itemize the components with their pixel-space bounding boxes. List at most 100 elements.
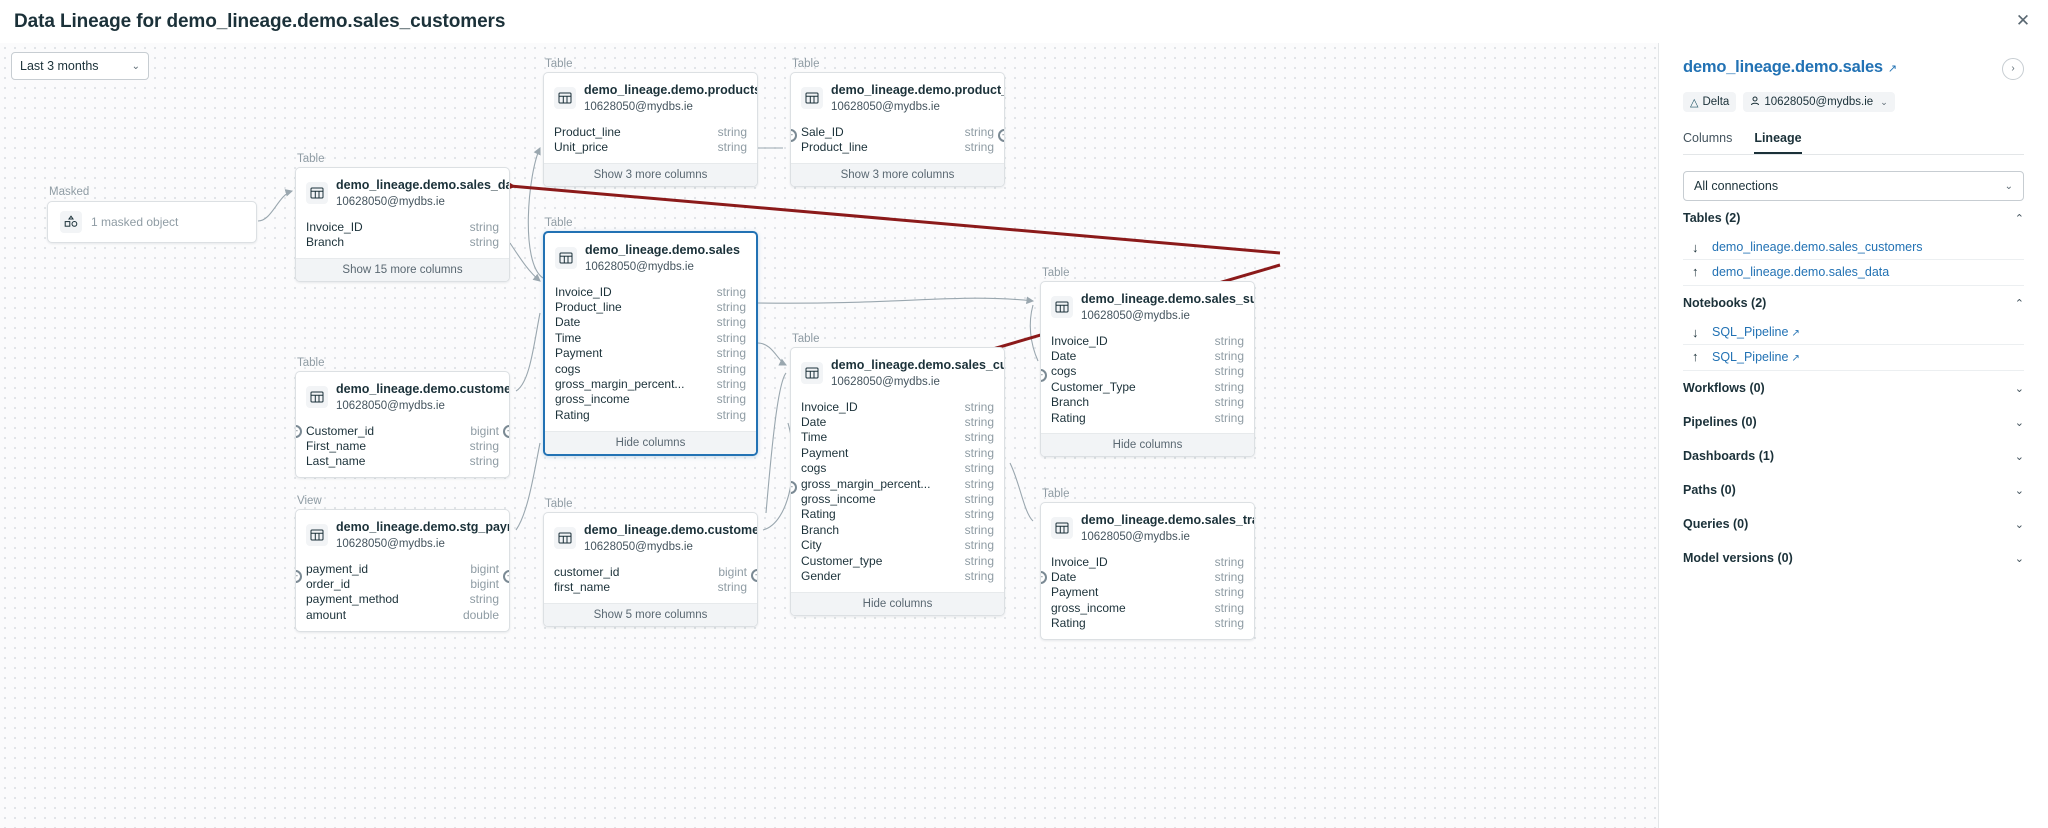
external-link-icon[interactable]: ↗ xyxy=(1791,353,1799,364)
section-items: ↓ SQL_Pipeline ↗ ↑ SQL_Pipeline ↗ xyxy=(1683,320,2024,371)
column-row: cogs string xyxy=(555,361,746,376)
column-name: cogs xyxy=(801,461,827,476)
section-header[interactable]: Tables (2) ⌃ xyxy=(1683,201,2024,235)
masked-object-group: Masked 1 masked object xyxy=(47,186,257,243)
column-type: string xyxy=(717,124,747,139)
lineage-node-customers[interactable]: Table demo_lineage.demo.customers 10628050… xyxy=(543,498,758,627)
column-name: cogs xyxy=(1051,364,1077,379)
node-card[interactable]: demo_lineage.demo.sales 10628050@mydbs.ie… xyxy=(543,231,758,456)
column-name: Date xyxy=(1051,569,1077,584)
lineage-node-products[interactable]: Table demo_lineage.demo.products 10628050@… xyxy=(543,58,758,187)
close-icon[interactable]: ✕ xyxy=(2010,8,2036,34)
column-row: amount double xyxy=(306,607,499,622)
lineage-node-sales_customers[interactable]: Table demo_lineage.demo.sales_customers 10… xyxy=(790,333,1005,616)
column-type: string xyxy=(716,299,746,314)
node-card[interactable]: demo_lineage.demo.sales_data 10628050@myd… xyxy=(295,167,510,282)
section-header[interactable]: Workflows (0) ⌄ xyxy=(1683,371,2024,405)
chevron-down-icon[interactable]: ⌄ xyxy=(2015,382,2024,395)
external-link-icon[interactable]: ↗ xyxy=(1888,63,1897,75)
lineage-node-sales_data[interactable]: Table demo_lineage.demo.sales_data 1062805… xyxy=(295,153,510,282)
column-name: order_id xyxy=(306,576,351,591)
section-title: Queries (0) xyxy=(1683,517,1749,531)
list-item-label[interactable]: demo_lineage.demo.sales_data xyxy=(1712,265,1889,279)
list-item-label[interactable]: SQL_Pipeline ↗ xyxy=(1712,325,1800,339)
section-header[interactable]: Pipelines (0) ⌄ xyxy=(1683,405,2024,439)
expand-downstream-port[interactable]: + xyxy=(503,424,509,438)
node-owner: 10628050@mydbs.ie xyxy=(584,101,693,113)
node-columns: Sale_ID string Product_line string xyxy=(791,120,1004,163)
node-columns: Product_line string Unit_price string xyxy=(544,120,757,163)
node-card[interactable]: demo_lineage.demo.products 10628050@mydbs… xyxy=(543,72,758,187)
time-range-select[interactable]: Last 3 months ⌄ xyxy=(11,52,149,80)
chevron-down-icon: ⌄ xyxy=(2004,180,2013,192)
column-row: Rating string xyxy=(555,407,746,422)
chevron-up-icon[interactable]: ⌃ xyxy=(2015,297,2024,310)
lineage-node-product_sales[interactable]: Table demo_lineage.demo.product_sales 1062… xyxy=(790,58,1005,187)
lineage-node-sales_transactions[interactable]: Table demo_lineage.demo.sales_transaction… xyxy=(1040,488,1255,640)
lineage-node-sales[interactable]: Table demo_lineage.demo.sales 10628050@myd… xyxy=(543,217,758,456)
panel-title[interactable]: demo_lineage.demo.sales xyxy=(1683,58,1883,76)
tab-columns[interactable]: Columns xyxy=(1683,131,1732,154)
lineage-node-sales_summary[interactable]: Table demo_lineage.demo.sales_summary 1062… xyxy=(1040,267,1255,458)
section-header[interactable]: Dashboards (1) ⌄ xyxy=(1683,439,2024,473)
node-footer-toggle[interactable]: Show 15 more columns xyxy=(296,257,509,281)
column-type: string xyxy=(1214,554,1244,569)
column-row: cogs string xyxy=(801,461,994,476)
column-name: Date xyxy=(1051,348,1077,363)
column-type: bigint xyxy=(470,576,499,591)
list-item-label[interactable]: demo_lineage.demo.sales_customers xyxy=(1712,240,1923,254)
node-footer-toggle[interactable]: Show 3 more columns xyxy=(544,162,757,186)
column-type: string xyxy=(716,407,746,422)
node-card[interactable]: demo_lineage.demo.product_sales 10628050@… xyxy=(790,72,1005,187)
lineage-node-stg_payments[interactable]: View demo_lineage.demo.stg_payments 106280… xyxy=(295,495,510,632)
node-card[interactable]: demo_lineage.demo.sales_customers 1062805… xyxy=(790,347,1005,616)
list-item[interactable]: ↓ demo_lineage.demo.sales_customers xyxy=(1683,235,2024,259)
chevron-down-icon[interactable]: ⌄ xyxy=(2015,416,2024,429)
node-owner: 10628050@mydbs.ie xyxy=(336,196,445,208)
column-name: First_name xyxy=(306,438,367,453)
section-header[interactable]: Model versions (0) ⌄ xyxy=(1683,541,2024,575)
column-type: string xyxy=(716,330,746,345)
node-card[interactable]: demo_lineage.demo.sales_summary 10628050@… xyxy=(1040,281,1255,458)
chevron-down-icon[interactable]: ⌄ xyxy=(2015,484,2024,497)
external-link-icon[interactable]: ↗ xyxy=(1791,328,1799,339)
arrow-up-icon: ↑ xyxy=(1692,264,1699,279)
lineage-canvas[interactable]: Last 3 months ⌄ Masked 1 masked object T… xyxy=(0,43,1658,828)
lineage-node-customer_name[interactable]: Table demo_lineage.demo.customer_name 1062… xyxy=(295,357,510,479)
column-row: gross_income string xyxy=(1051,600,1244,615)
owner-chip[interactable]: 10628050@mydbs.ie ⌄ xyxy=(1743,92,1895,112)
connections-select[interactable]: All connections ⌄ xyxy=(1683,171,2024,201)
tab-lineage[interactable]: Lineage xyxy=(1754,131,1802,154)
expand-panel-button[interactable]: › xyxy=(2002,58,2024,80)
masked-object-card[interactable]: 1 masked object xyxy=(47,201,257,243)
node-type-label: Table xyxy=(1042,488,1070,500)
column-name: Product_line xyxy=(801,139,868,154)
list-item[interactable]: ↑ SQL_Pipeline ↗ xyxy=(1683,344,2024,368)
node-footer-toggle[interactable]: Hide columns xyxy=(1041,433,1254,457)
node-footer-toggle[interactable]: Hide columns xyxy=(791,591,1004,615)
node-card[interactable]: demo_lineage.demo.stg_payments 10628050@m… xyxy=(295,509,510,632)
node-card[interactable]: demo_lineage.demo.customer_name 10628050@… xyxy=(295,371,510,479)
node-card[interactable]: demo_lineage.demo.sales_transactions 1062… xyxy=(1040,502,1255,640)
node-columns: Invoice_ID string Date string Payment string g… xyxy=(1041,550,1254,639)
column-type: string xyxy=(716,284,746,299)
list-item[interactable]: ↑ demo_lineage.demo.sales_data xyxy=(1683,259,2024,283)
section-header[interactable]: Notebooks (2) ⌃ xyxy=(1683,286,2024,320)
column-type: string xyxy=(964,445,994,460)
chevron-down-icon[interactable]: ⌄ xyxy=(2015,518,2024,531)
list-item-label[interactable]: SQL_Pipeline ↗ xyxy=(1712,350,1800,364)
node-footer-toggle[interactable]: Show 5 more columns xyxy=(544,602,757,626)
column-row: City string xyxy=(801,538,994,553)
column-type: string xyxy=(964,491,994,506)
node-card[interactable]: demo_lineage.demo.customers 10628050@mydb… xyxy=(543,512,758,627)
node-footer-toggle[interactable]: Hide columns xyxy=(545,430,756,454)
node-footer-toggle[interactable]: Show 3 more columns xyxy=(791,162,1004,186)
list-item[interactable]: ↓ SQL_Pipeline ↗ xyxy=(1683,320,2024,344)
section-header[interactable]: Queries (0) ⌄ xyxy=(1683,507,2024,541)
chevron-down-icon[interactable]: ⌄ xyxy=(2015,552,2024,565)
column-row: Invoice_ID string xyxy=(1051,554,1244,569)
chevron-down-icon[interactable]: ⌄ xyxy=(2015,450,2024,463)
section-header[interactable]: Paths (0) ⌄ xyxy=(1683,473,2024,507)
chevron-up-icon[interactable]: ⌃ xyxy=(2015,212,2024,225)
node-owner: 10628050@mydbs.ie xyxy=(336,400,445,412)
